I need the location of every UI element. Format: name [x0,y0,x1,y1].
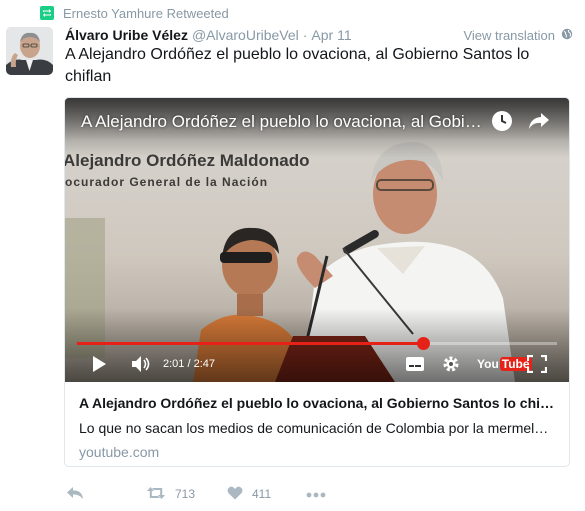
retweet-button[interactable]: 713 [146,484,195,504]
like-button[interactable]: 411 [227,484,271,504]
reply-button[interactable] [66,484,84,504]
play-icon[interactable] [91,350,107,378]
watch-later-clock-icon[interactable] [491,110,513,137]
more-icon [306,487,326,501]
tweet-text: A Alejandro Ordóñez el pueblo lo ovacion… [65,46,530,85]
media-card[interactable]: Alejandro Ordóñez Maldonado ocurador Gen… [64,97,570,467]
more-button[interactable] [306,484,326,504]
video-overlay-title[interactable]: A Alejandro Ordóñez el pueblo lo ovacion… [81,112,491,132]
author-fullname[interactable]: Álvaro Uribe Vélez [65,27,188,43]
youtube-logo-you: You [477,357,499,371]
heart-icon [227,486,243,503]
video-progress-bar[interactable] [77,337,557,350]
subtitles-icon[interactable] [405,350,425,378]
retweet-count: 713 [175,487,196,501]
view-translation-label: View translation [463,27,555,43]
card-body[interactable]: A Alejandro Ordóñez el pueblo lo ovacion… [65,382,569,461]
video-controls: 2:01 / 2:47 You Tube [65,350,569,382]
card-title[interactable]: A Alejandro Ordóñez el pueblo lo ovacion… [79,394,555,412]
view-translation-button[interactable]: View translation [463,28,573,43]
fullscreen-icon[interactable] [527,350,547,378]
retweet-action-icon [146,486,166,503]
video-time-display: 2:01 / 2:47 [163,358,215,370]
card-domain[interactable]: youtube.com [79,443,555,461]
retweet-icon [40,6,54,20]
retweeter-label: Ernesto Yamhure Retweeted [63,5,229,21]
tweet-timestamp[interactable]: Apr 11 [311,27,351,43]
like-count: 411 [252,487,272,501]
retweet-context[interactable]: Ernesto Yamhure Retweeted [40,4,229,22]
video-frame: Alejandro Ordóñez Maldonado ocurador Gen… [65,98,569,382]
video-caption-title: ocurador General de la Nación [65,175,268,189]
reply-icon [66,486,84,503]
volume-icon[interactable] [131,350,151,378]
tweet-header: Álvaro Uribe Vélez @AlvaroUribeVel · Apr… [65,26,573,44]
video-progress-scrubber[interactable] [416,337,430,350]
tweet-actions: 713 411 [66,484,386,504]
author-username[interactable]: @AlvaroUribeVel [192,27,299,43]
settings-gear-icon[interactable] [441,350,461,378]
globe-icon [561,28,573,43]
video-progress-fill [77,342,423,345]
avatar[interactable] [6,27,53,75]
card-description: Lo que no sacan los medios de comunicaci… [79,420,555,436]
video-player[interactable]: Alejandro Ordóñez Maldonado ocurador Gen… [65,98,569,382]
separator-dot: · [302,27,308,43]
share-arrow-icon[interactable] [528,112,550,135]
youtube-logo[interactable]: You Tube [477,350,532,378]
